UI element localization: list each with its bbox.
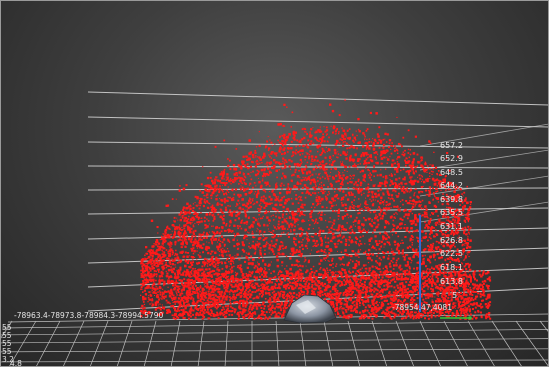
- z-tick: 635.5: [440, 208, 463, 217]
- z-tick: 622.5: [440, 249, 463, 258]
- z-tick: 631.1: [440, 222, 463, 231]
- z-tick: 5: [452, 291, 457, 300]
- z-tick: 626.8: [440, 236, 463, 245]
- z-tick: 618.1: [440, 263, 463, 272]
- x-axis-labels: -78963.4-78973.8-78984.3-78994.5790: [14, 311, 163, 320]
- point-cloud-scene[interactable]: 657.2 652.9 648.5 644.2 639.8 635.5 631.…: [0, 0, 549, 367]
- z-tick: 648.5: [440, 168, 463, 177]
- z-tick: 657.2: [440, 141, 463, 150]
- z-tick: 652.9: [440, 154, 463, 163]
- z-tick: 644.2: [440, 181, 463, 190]
- floor-grid: [0, 313, 549, 367]
- point-cloud-viewport[interactable]: 657.2 652.9 648.5 644.2 639.8 635.5 631.…: [0, 0, 549, 367]
- z-tick: 613.8: [440, 277, 463, 286]
- x-axis-right-label: -78954.47,4081: [392, 303, 452, 312]
- y-axis-labels: 55 55 55 55 3.2 4.8: [2, 323, 22, 367]
- z-tick: 639.8: [440, 195, 463, 204]
